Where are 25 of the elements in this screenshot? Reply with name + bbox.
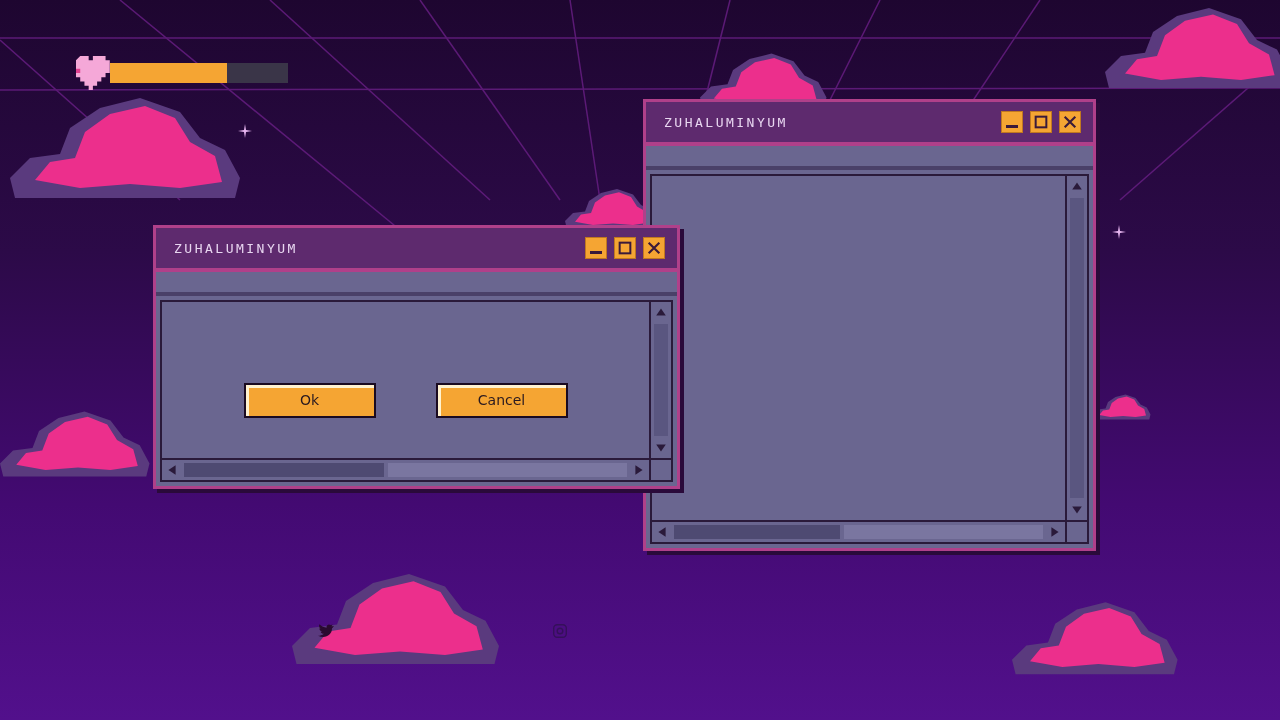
close-icon [1062,114,1078,130]
maximize-icon [1033,114,1049,130]
minimize-icon [590,251,602,254]
maximize-button[interactable] [1030,111,1052,133]
minimize-button[interactable] [1001,111,1023,133]
cancel-button[interactable]: Cancel [435,382,568,418]
sparkle-icon [1112,225,1126,239]
horizontal-scrollbar[interactable] [652,522,1065,542]
sparkle-icon [238,124,252,138]
close-button[interactable] [1059,111,1081,133]
maximize-button[interactable] [614,237,636,259]
ok-button[interactable]: Ok [243,382,376,418]
horizontal-scrollbar[interactable] [162,460,649,480]
maximize-icon [617,240,633,256]
close-button[interactable] [643,237,665,259]
vertical-scrollbar[interactable] [651,302,671,458]
scrollbar-corner [1067,522,1087,542]
window-title: ZUHALUMINYUM [664,114,788,130]
window-title: ZUHALUMINYUM [174,240,298,256]
vertical-scrollbar[interactable] [1067,176,1087,520]
minimize-button[interactable] [585,237,607,259]
bird-icon[interactable] [318,624,334,638]
minimize-icon [1006,125,1018,128]
close-icon [646,240,662,256]
scrollbar-corner [651,460,671,480]
